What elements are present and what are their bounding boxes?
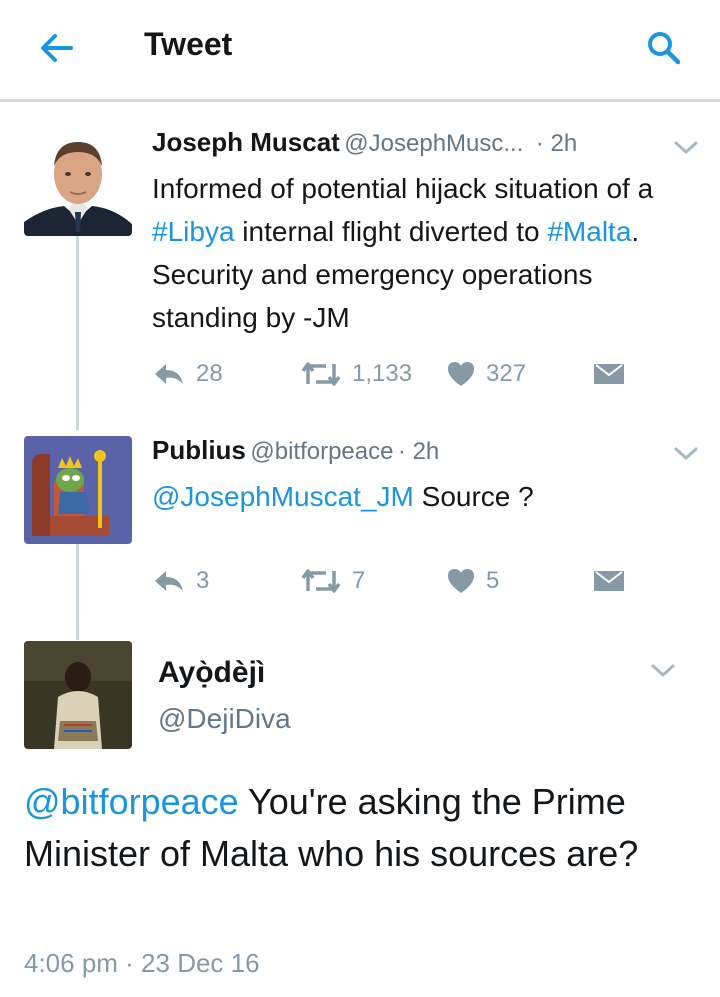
tweet-actions: 3 7 5	[152, 565, 652, 597]
like-button[interactable]: 327	[446, 358, 526, 390]
chevron-down-icon[interactable]	[673, 140, 699, 156]
avatar[interactable]	[24, 641, 132, 749]
tweet-time: · 2h	[535, 130, 578, 157]
thread-connector	[76, 544, 79, 640]
author-handle[interactable]: @bitforpeace	[250, 438, 393, 465]
reply-button[interactable]: 3	[152, 565, 209, 597]
page-title: Tweet	[144, 26, 233, 62]
chevron-down-icon[interactable]	[650, 663, 676, 679]
direct-message-button[interactable]	[592, 358, 636, 390]
avatar-image	[24, 641, 132, 749]
like-count: 5	[486, 567, 500, 594]
like-count: 327	[486, 360, 527, 387]
tweet-text-segment: Source ?	[413, 481, 534, 512]
reply-icon	[155, 571, 183, 591]
avatar[interactable]	[24, 128, 132, 236]
tweet-header: Joseph Muscat @JosephMusc... · 2h	[152, 127, 577, 158]
tweet-text: Informed of potential hijack situation o…	[152, 167, 692, 339]
back-button[interactable]	[36, 30, 76, 66]
author-handle[interactable]: @JosephMusc...	[344, 130, 523, 157]
reply-count: 28	[196, 360, 223, 387]
tweet-time: · 2h	[397, 438, 440, 465]
chevron-down-icon[interactable]	[673, 446, 699, 462]
avatar[interactable]	[24, 436, 132, 544]
author-name[interactable]: Joseph Muscat	[152, 127, 340, 157]
retweet-count: 7	[352, 567, 366, 594]
retweet-count: 1,133	[352, 360, 413, 387]
mention-link[interactable]: @bitforpeace	[24, 781, 239, 822]
author-name[interactable]: Ayọ̀dèjì	[158, 656, 265, 690]
reply-count: 3	[196, 567, 210, 594]
thread-connector	[76, 236, 79, 430]
top-bar: Tweet	[0, 0, 720, 102]
arrow-left-icon	[41, 34, 73, 62]
reply-icon	[155, 364, 183, 384]
avatar-image	[24, 128, 132, 236]
tweet-timestamp: 4:06 pm · 23 Dec 16	[24, 948, 260, 978]
search-button[interactable]	[644, 28, 684, 68]
retweet-button[interactable]: 1,133	[300, 358, 412, 390]
author-name[interactable]: Publius	[152, 435, 246, 465]
author-handle[interactable]: @DejiDiva	[158, 703, 291, 735]
heart-icon	[448, 569, 474, 593]
search-icon	[648, 32, 681, 65]
envelope-icon	[594, 571, 624, 591]
retweet-icon	[301, 569, 341, 593]
mention-link[interactable]: @JosephMuscat_JM	[152, 481, 414, 512]
avatar-image	[24, 436, 132, 544]
tweet-text-segment: internal flight diverted to	[234, 216, 548, 247]
heart-icon	[448, 362, 474, 386]
reply-button[interactable]: 28	[152, 358, 223, 390]
like-button[interactable]: 5	[446, 565, 499, 597]
hashtag-link[interactable]: #Libya	[152, 216, 235, 247]
tweet-text-segment: Informed of potential hijack situation o…	[152, 173, 654, 204]
hashtag-link[interactable]: #Malta	[547, 216, 631, 247]
direct-message-button[interactable]	[592, 565, 636, 597]
tweet-text: @JosephMuscat_JM Source ?	[152, 475, 692, 518]
envelope-icon	[594, 364, 624, 384]
tweet-text: @bitforpeace You're asking the Prime Min…	[24, 776, 704, 880]
retweet-button[interactable]: 7	[300, 565, 365, 597]
tweet-header: Publius @bitforpeace · 2h	[152, 435, 439, 466]
retweet-icon	[301, 362, 341, 386]
tweet-actions: 28 1,133 327	[152, 358, 652, 390]
